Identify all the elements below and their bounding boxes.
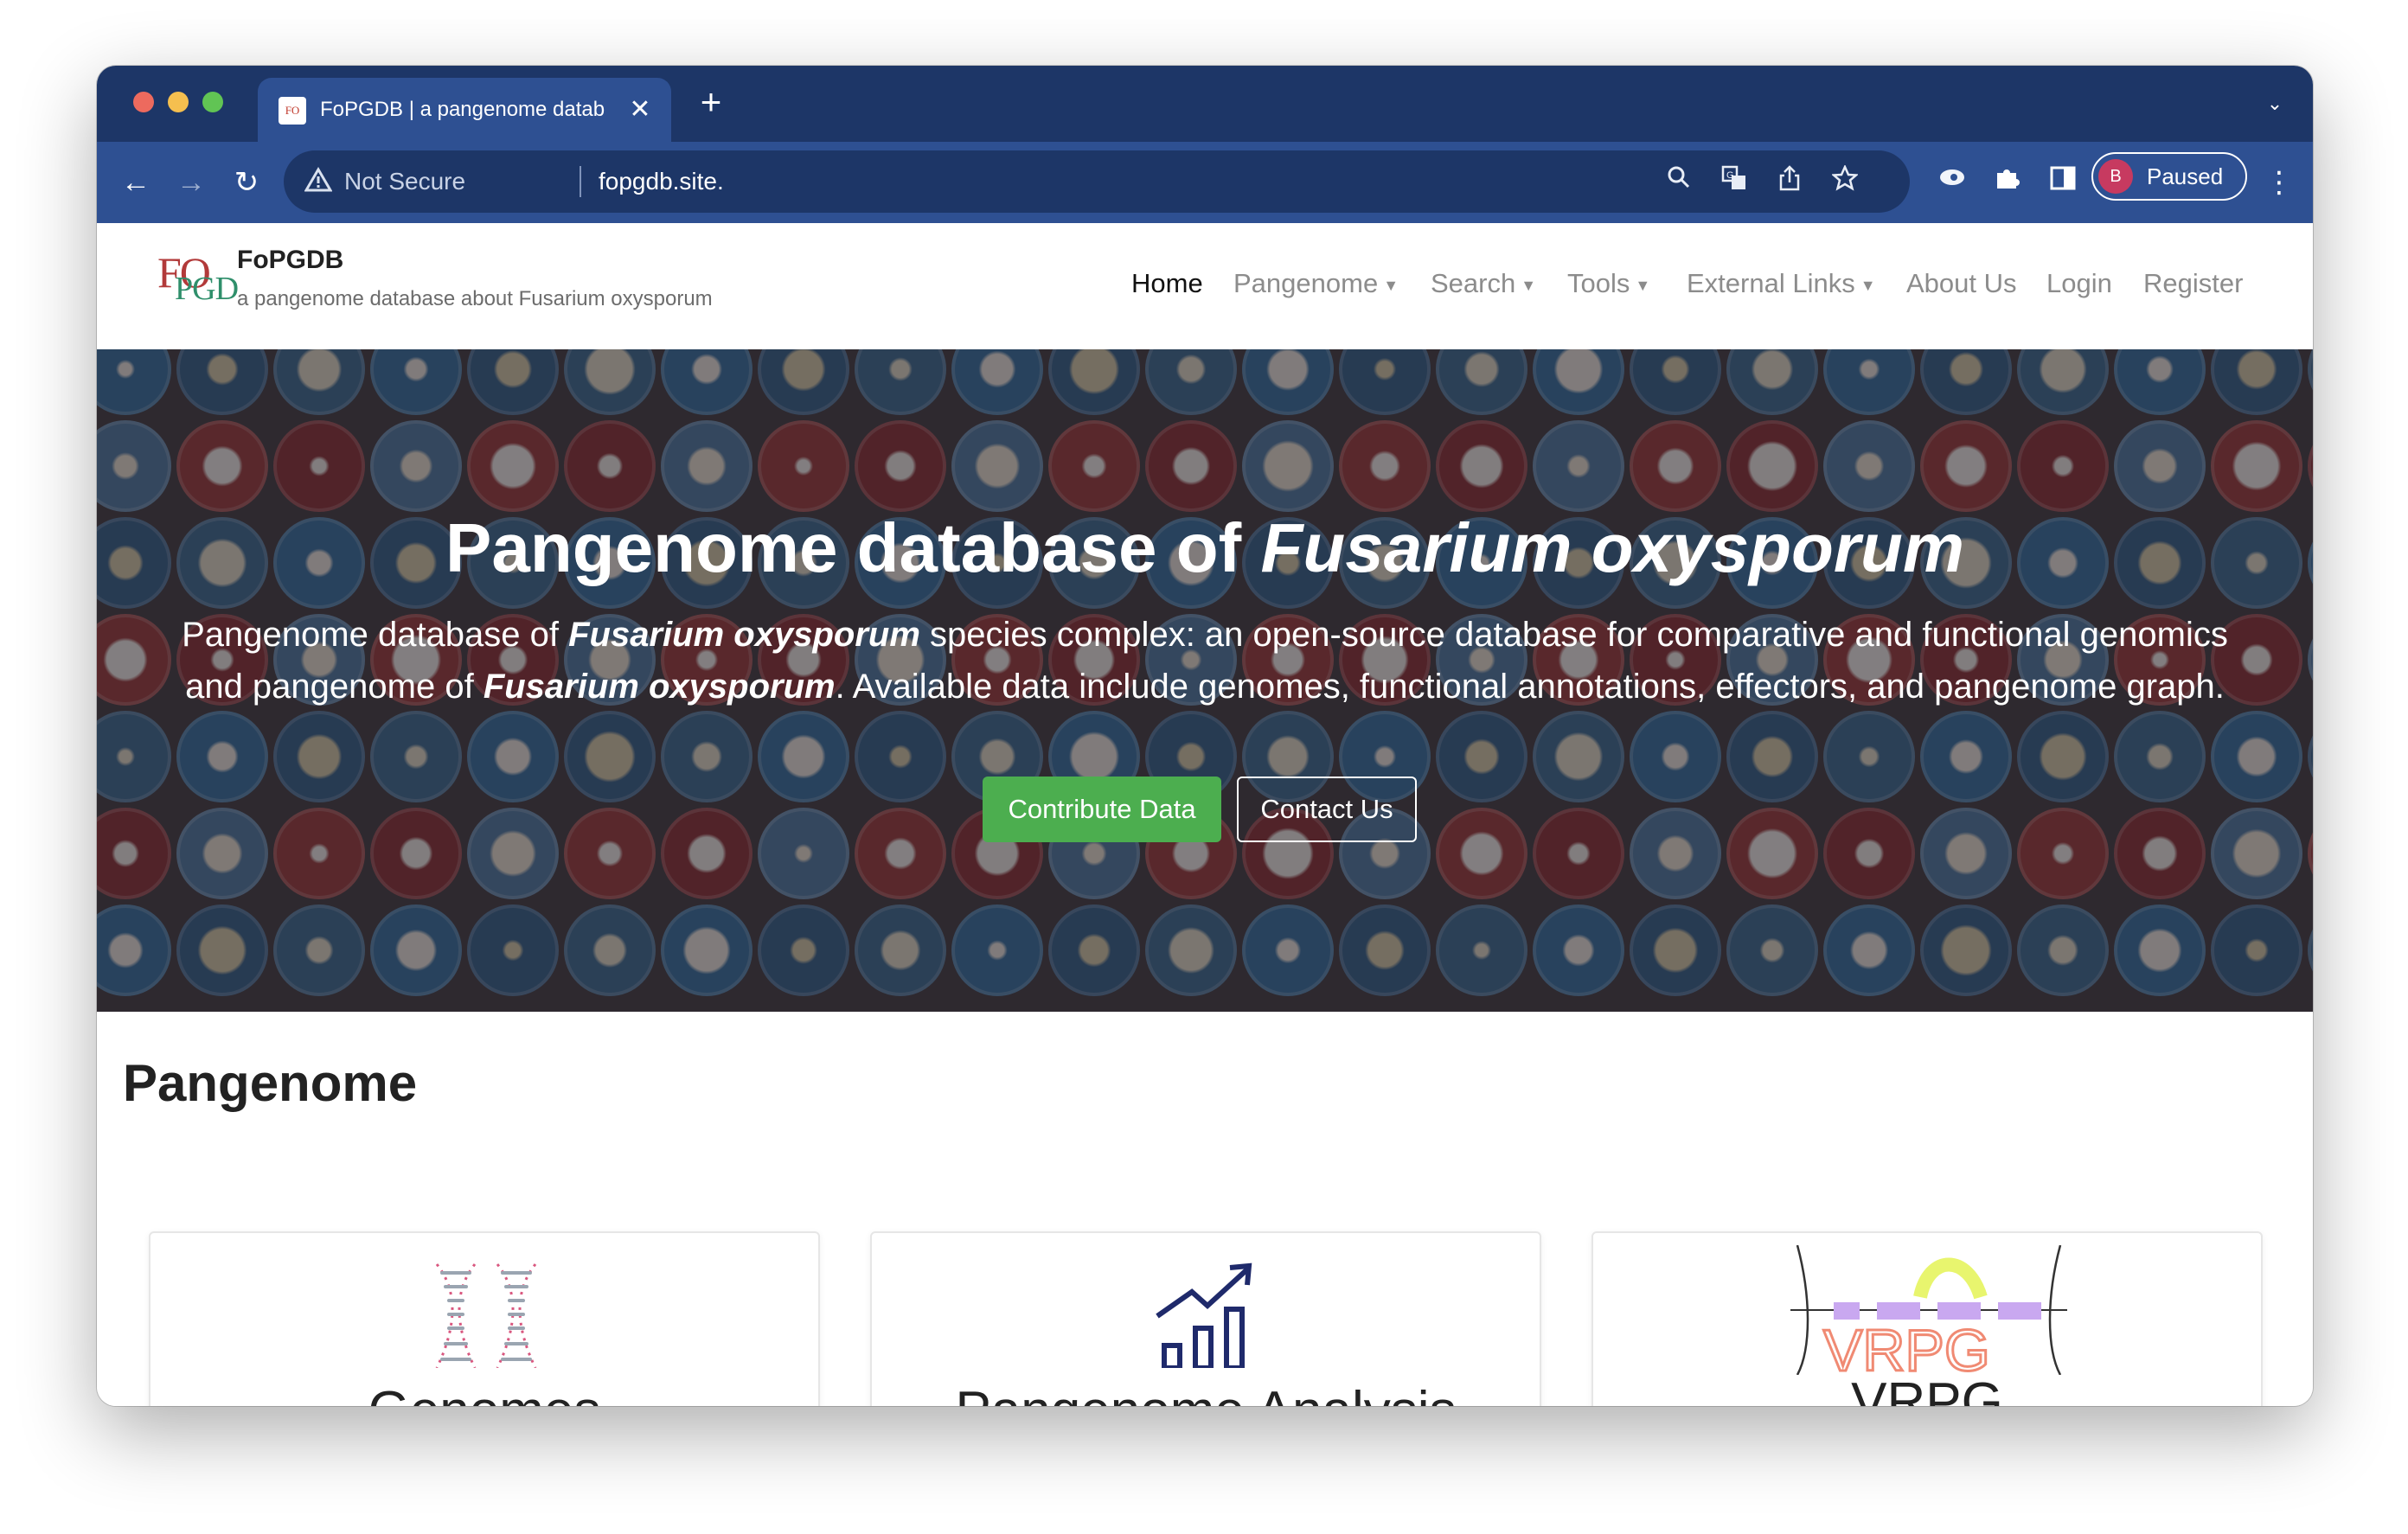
section-title: Pangenome <box>123 1054 418 1112</box>
share-icon[interactable] <box>1773 165 1806 198</box>
caret-down-icon: ▼ <box>1635 276 1651 294</box>
avatar: B <box>2098 159 2133 194</box>
puzzle-icon[interactable] <box>1988 163 2027 202</box>
card-title-genomes: Genomes <box>150 1380 818 1406</box>
hero-title: Pangenome database of Fusarium oxysporum <box>97 505 2313 591</box>
nav-about-us[interactable]: About Us <box>1906 266 2017 301</box>
kebab-menu-icon[interactable]: ⋮ <box>2259 163 2299 202</box>
site-navbar: FO PGD FoPGDB a pangenome database about… <box>97 223 2313 349</box>
address-divider <box>580 166 581 197</box>
logo-pgd-text: PGD <box>175 271 239 307</box>
tab-title: FoPGDB | a pangenome datab <box>320 98 605 121</box>
nav-register[interactable]: Register <box>2143 266 2243 301</box>
hero-text-part-1: Pangenome database of <box>182 616 569 654</box>
nav-search-label: Search <box>1431 268 1516 298</box>
hero-title-italic: Fusarium oxysporum <box>1260 509 1964 586</box>
brand-title[interactable]: FoPGDB <box>237 246 343 275</box>
nav-pangenome[interactable]: Pangenome ▼ <box>1233 266 1399 301</box>
nav-external-links[interactable]: External Links ▼ <box>1687 266 1876 301</box>
nav-register-label: Register <box>2143 268 2244 298</box>
hero-text-species-2: Fusarium oxysporum <box>483 668 836 706</box>
address-bar[interactable]: Not Secure fopgdb.site. G <box>284 150 1910 213</box>
hero-text-species-1: Fusarium oxysporum <box>568 616 920 654</box>
favicon-icon: FO <box>279 97 306 125</box>
close-window-button[interactable] <box>133 92 154 112</box>
translate-icon[interactable]: G <box>1718 165 1751 198</box>
contribute-data-button[interactable]: Contribute Data <box>983 777 1221 842</box>
vrpg-logo-text: VRPG <box>1823 1318 1990 1375</box>
sidepanel-icon[interactable] <box>2043 163 2083 202</box>
new-tab-button[interactable]: + <box>692 83 730 121</box>
caret-down-icon: ▼ <box>1383 276 1399 294</box>
nav-about-us-label: About Us <box>1906 268 2017 298</box>
caret-down-icon: ▼ <box>1521 276 1537 294</box>
card-title-vrpg: VRPG <box>1851 1372 2003 1406</box>
profile-status-label: Paused <box>2147 163 2224 189</box>
contact-us-button[interactable]: Contact Us <box>1237 777 1417 842</box>
card-title-pangenome-analysis: Pangenome Analysis <box>872 1380 1540 1406</box>
browser-tab[interactable]: FO FoPGDB | a pangenome datab ✕ <box>258 78 671 142</box>
genomes-card[interactable]: Genomes <box>149 1231 820 1406</box>
reload-button[interactable]: ↻ <box>227 163 266 202</box>
nav-login[interactable]: Login <box>2046 266 2112 301</box>
web-page: FO PGD FoPGDB a pangenome database about… <box>97 223 2313 1406</box>
nav-pangenome-label: Pangenome <box>1233 268 1379 298</box>
browser-toolbar: ← → ↻ Not Secure fopgdb.site. G B Paused… <box>97 142 2313 223</box>
caret-down-icon: ▼ <box>1860 276 1876 294</box>
hero-title-plain: Pangenome database of <box>445 509 1261 586</box>
url-text[interactable]: fopgdb.site. <box>599 150 724 213</box>
svg-text:G: G <box>1726 170 1734 181</box>
back-button[interactable]: ← <box>116 163 156 202</box>
minimize-window-button[interactable] <box>168 92 189 112</box>
pangenome-analysis-card[interactable]: Pangenome Analysis <box>870 1231 1541 1406</box>
hero-text-part-3: . Available data include genomes, functi… <box>835 668 2225 706</box>
tab-search-chevron-icon[interactable]: ⌄ <box>2261 90 2289 118</box>
browser-window: FO FoPGDB | a pangenome datab ✕ + ⌄ ← → … <box>97 66 2313 1406</box>
vrpg-card[interactable]: VRPG VRPG <box>1591 1231 2263 1406</box>
close-tab-icon[interactable]: ✕ <box>626 96 654 124</box>
warning-icon[interactable] <box>303 166 334 197</box>
vrpg-logo-icon: VRPG <box>1593 1244 2261 1385</box>
security-status-text[interactable]: Not Secure <box>344 150 465 213</box>
profile-chip[interactable]: B Paused <box>2091 152 2247 201</box>
hero-description: Pangenome database of Fusarium oxysporum… <box>175 609 2235 713</box>
nav-home[interactable]: Home <box>1131 266 1203 301</box>
dna-strands-icon <box>150 1256 818 1369</box>
site-logo[interactable]: FO PGD <box>157 247 239 308</box>
eye-extension-icon[interactable] <box>1932 163 1972 202</box>
growth-chart-icon <box>872 1256 1540 1371</box>
nav-login-label: Login <box>2046 268 2112 298</box>
nav-tools-label: Tools <box>1567 268 1630 298</box>
forward-button[interactable]: → <box>171 163 211 202</box>
nav-tools[interactable]: Tools ▼ <box>1567 266 1650 301</box>
brand-subtitle: a pangenome database about Fusarium oxys… <box>237 287 713 310</box>
tab-strip: FO FoPGDB | a pangenome datab ✕ + ⌄ <box>97 66 2313 142</box>
nav-home-label: Home <box>1131 268 1203 298</box>
star-icon[interactable] <box>1828 163 1861 198</box>
nav-search[interactable]: Search ▼ <box>1431 266 1536 301</box>
nav-external-links-label: External Links <box>1687 268 1855 298</box>
hero-banner: Pangenome database of Fusarium oxysporum… <box>97 349 2313 1012</box>
magnifier-icon[interactable] <box>1662 165 1695 198</box>
fullscreen-window-button[interactable] <box>202 92 223 112</box>
